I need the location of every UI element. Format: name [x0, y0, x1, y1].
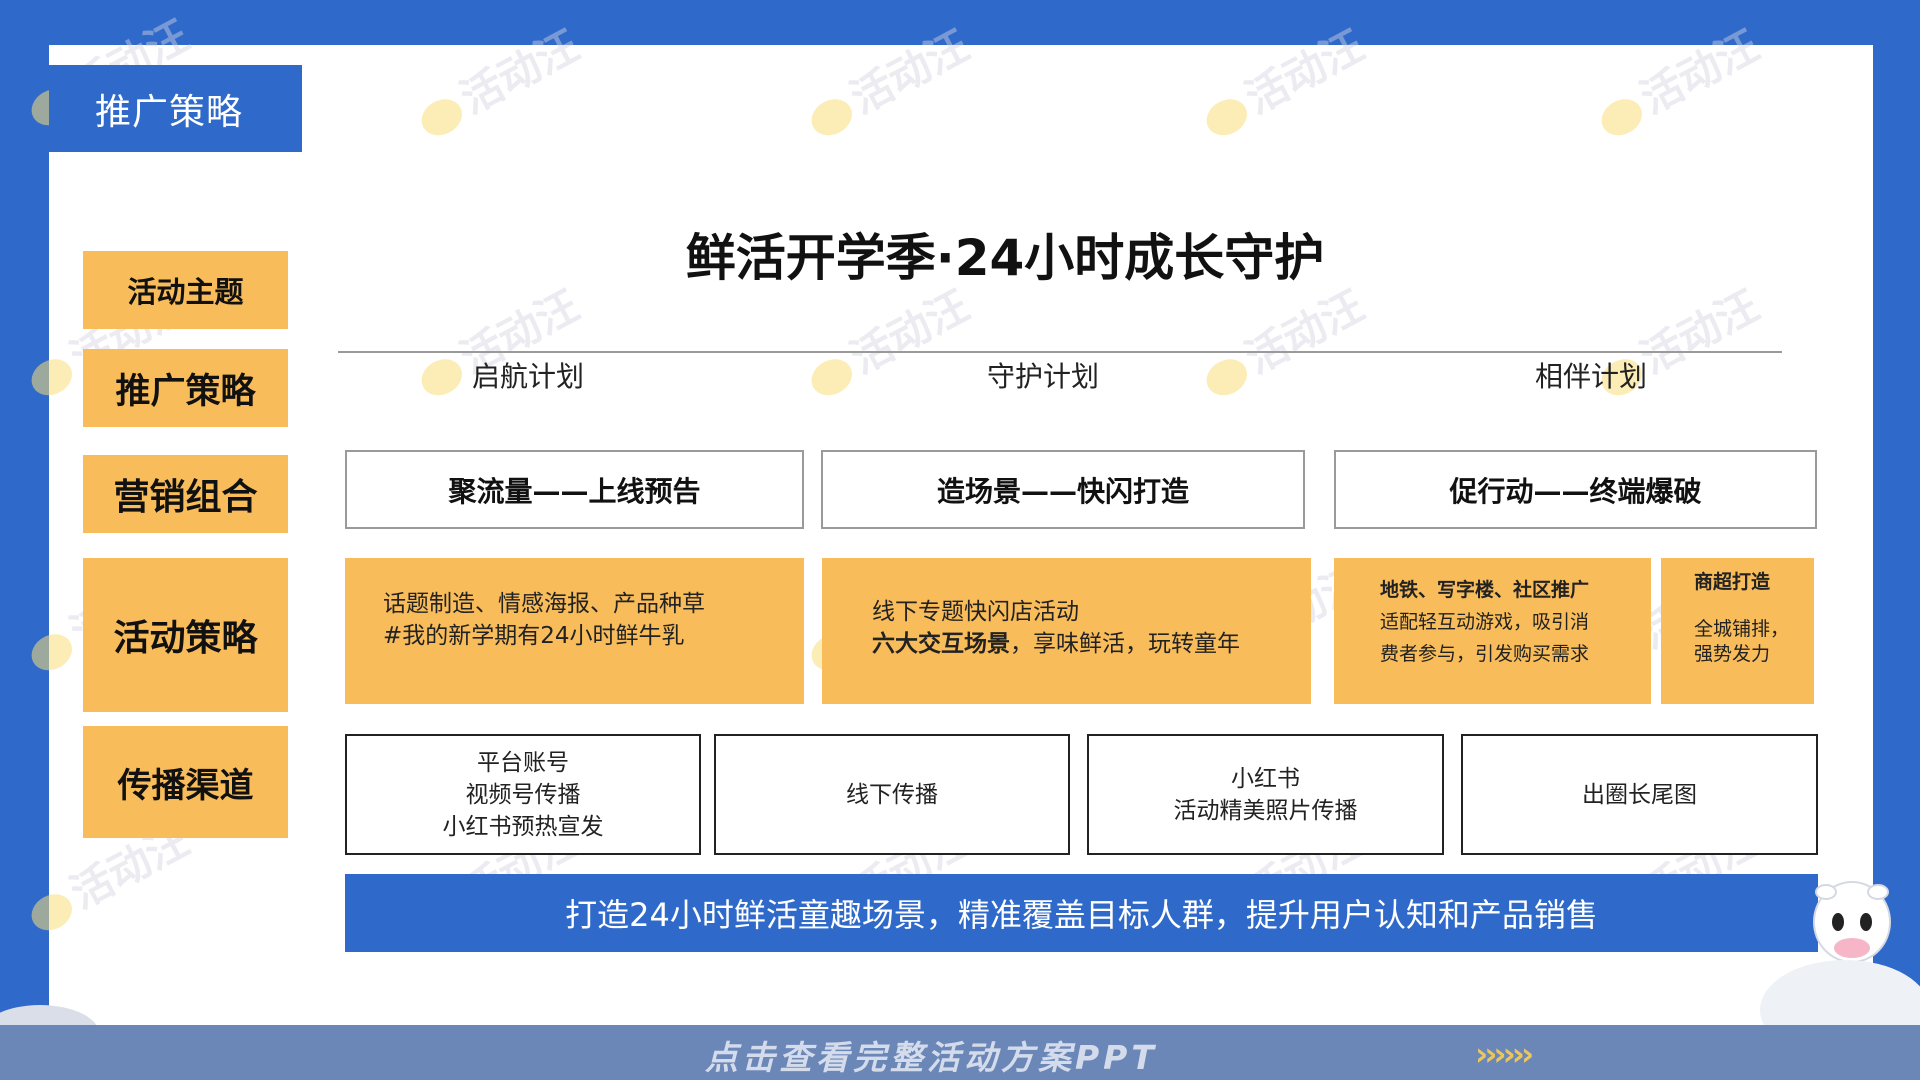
marketing-box-scene: 造场景——快闪打造 [821, 450, 1305, 529]
marketing-label: 促行动——终端爆破 [1449, 474, 1702, 508]
activity-line: 费者参与，引发购买需求 [1380, 643, 1590, 665]
marketing-label: 聚流量——上线预告 [448, 474, 701, 508]
view-full-plan-link[interactable]: 点击查看完整活动方案PPT [705, 1031, 1158, 1079]
activity-highlight: 六大交互场景 [872, 631, 1010, 657]
cow-mascot-icon [1813, 881, 1891, 963]
channel-line: 平台账号 [477, 749, 569, 776]
marketing-label: 造场景——快闪打造 [936, 474, 1189, 508]
phase-launch: 启航计划 [472, 360, 585, 393]
activity-line: 全城铺排， [1694, 618, 1790, 640]
title-divider [338, 351, 1782, 353]
side-tab-label: 推广策略 [115, 371, 256, 412]
activity-line: 话题制造、情感海报、产品种草 [383, 591, 705, 617]
activity-box-topics: 话题制造、情感海报、产品种草 #我的新学期有24小时鲜牛乳 [345, 558, 804, 704]
side-tab-channels: 传播渠道 [83, 726, 288, 838]
activity-title: 商超打造 [1694, 571, 1771, 593]
activity-box-supermarket: 商超打造 全城铺排， 强势发力 [1661, 558, 1814, 704]
side-tab-label: 活动策略 [113, 618, 258, 659]
activity-line: 六大交互场景，享味鲜活，玩转童年 [872, 628, 1261, 660]
channel-line: 活动精美照片传播 [1173, 797, 1358, 824]
side-tab-activity-strategy: 活动策略 [83, 558, 288, 712]
chevron-right-icon[interactable]: ›››››› [1475, 1035, 1534, 1073]
side-tab-theme: 活动主题 [83, 251, 288, 329]
side-tab-label: 活动主题 [127, 275, 244, 309]
activity-line: 强势发力 [1694, 643, 1771, 665]
header-title: 推广策略 [95, 91, 244, 133]
main-title: 鲜活开学季·24小时成长守护 [685, 229, 1325, 287]
activity-line: 线下专题快闪店活动 [872, 599, 1079, 625]
channel-box-xiaohongshu: 小红书 活动精美照片传播 [1087, 734, 1444, 855]
summary-banner: 打造24小时鲜活童趣场景，精准覆盖目标人群，提升用户认知和产品销售 [345, 874, 1818, 952]
summary-banner-text: 打造24小时鲜活童趣场景，精准覆盖目标人群，提升用户认知和产品销售 [565, 896, 1598, 934]
side-tab-label: 传播渠道 [117, 765, 254, 806]
channel-line: 视频号传播 [465, 781, 581, 808]
side-tab-label: 营销组合 [113, 477, 258, 518]
channel-box-offline: 线下传播 [714, 734, 1070, 855]
phase-guardian: 守护计划 [987, 360, 1100, 393]
channel-line: 出圈长尾图 [1582, 781, 1697, 808]
activity-line-rest: ，享味鲜活，玩转童年 [1010, 631, 1240, 657]
activity-box-popup: 线下专题快闪店活动 六大交互场景，享味鲜活，玩转童年 [822, 558, 1311, 704]
channel-line: 线下传播 [846, 781, 938, 808]
activity-title: 地铁、写字楼、社区推广 [1380, 579, 1590, 601]
marketing-box-traffic: 聚流量——上线预告 [345, 450, 804, 529]
side-tab-marketing-mix: 营销组合 [83, 455, 288, 533]
activity-box-community: 地铁、写字楼、社区推广 适配轻互动游戏，吸引消 费者参与，引发购买需求 [1334, 558, 1651, 704]
phase-companion: 相伴计划 [1535, 360, 1648, 393]
channel-line: 小红书预热宣发 [442, 813, 604, 840]
channel-box-longtail: 出圈长尾图 [1461, 734, 1818, 855]
channel-box-platform: 平台账号 视频号传播 小红书预热宣发 [345, 734, 701, 855]
channel-line: 小红书 [1231, 765, 1300, 792]
activity-line: 适配轻互动游戏，吸引消 [1380, 611, 1590, 633]
activity-line: #我的新学期有24小时鲜牛乳 [383, 623, 685, 649]
marketing-box-action: 促行动——终端爆破 [1334, 450, 1817, 529]
header-title-tab: 推广策略 [49, 65, 302, 152]
side-tab-promotion: 推广策略 [83, 349, 288, 427]
